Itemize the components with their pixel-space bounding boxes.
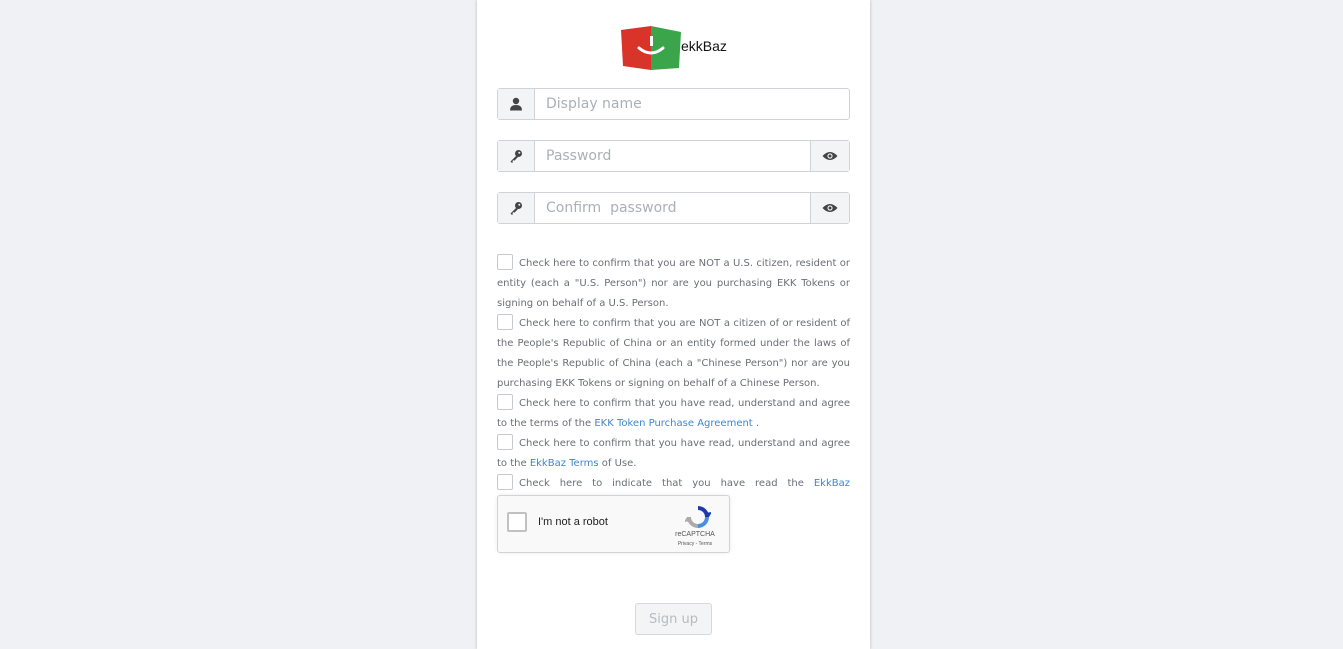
logo-text: ekkBaz: [681, 38, 727, 54]
recaptcha-label: I'm not a robot: [538, 516, 608, 528]
ekkbaz-logo-mark: [621, 26, 681, 70]
check-text: Check here to confirm that you are NOT a…: [497, 258, 850, 309]
ekkbaz-logo: ekkBaz: [621, 24, 731, 72]
recaptcha-widget: I'm not a robot reCAPTCHA Privacy - Term…: [497, 495, 730, 553]
recaptcha-brand: reCAPTCHA: [675, 531, 715, 538]
check-text: of Use.: [598, 458, 637, 469]
checkbox-not-us-person[interactable]: [497, 254, 513, 270]
eye-icon[interactable]: [810, 141, 849, 171]
recaptcha-terms[interactable]: Privacy - Terms: [668, 541, 722, 547]
password-input[interactable]: [535, 141, 810, 171]
terms-link[interactable]: EkkBaz Terms: [530, 458, 599, 469]
check-text: .: [752, 418, 760, 429]
check-purchase-agreement: Check here to confirm that you have read…: [497, 394, 850, 434]
check-not-us-person: Check here to confirm that you are NOT a…: [497, 254, 850, 314]
check-terms-of-use: Check here to confirm that you have read…: [497, 434, 850, 474]
signup-card: ekkBaz Display name Check here to confir…: [477, 0, 870, 649]
checkbox-purchase-agreement[interactable]: [497, 394, 513, 410]
purchase-agreement-link[interactable]: EKK Token Purchase Agreement: [594, 418, 752, 429]
password-field: [497, 140, 850, 172]
recaptcha-icon: [685, 506, 711, 528]
recaptcha-checkbox[interactable]: [507, 512, 527, 532]
eye-icon[interactable]: [810, 193, 849, 223]
checkbox-whitepaper[interactable]: [497, 474, 513, 490]
checkbox-not-chinese-person[interactable]: [497, 314, 513, 330]
key-icon: [498, 141, 535, 171]
user-icon: [498, 89, 535, 119]
display-name-input[interactable]: [535, 89, 849, 119]
check-not-chinese-person: Check here to confirm that you are NOT a…: [497, 314, 850, 394]
check-text: Check here to indicate that you have rea…: [519, 478, 814, 489]
check-text: Check here to confirm that you are NOT a…: [497, 318, 850, 389]
key-icon: [498, 193, 535, 223]
confirm-password-field: [497, 192, 850, 224]
checkbox-terms-of-use[interactable]: [497, 434, 513, 450]
confirm-password-input[interactable]: [535, 193, 810, 223]
display-name-field: [497, 88, 850, 120]
agreement-checklist: Check here to confirm that you are NOT a…: [497, 254, 850, 514]
sign-up-button[interactable]: Sign up: [635, 603, 712, 635]
